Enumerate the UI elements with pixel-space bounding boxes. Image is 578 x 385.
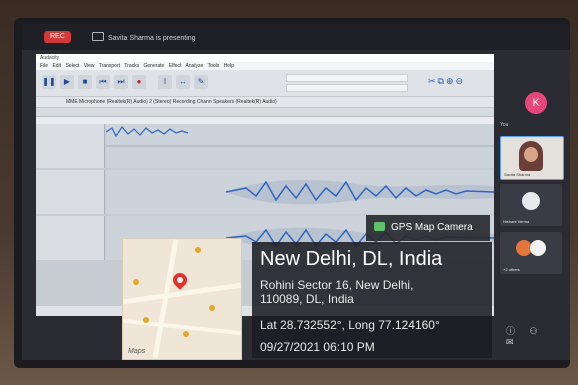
map-logo: Maps <box>128 348 146 355</box>
map-poi-icon <box>133 279 139 285</box>
app-menu-bar[interactable]: File Edit Select View Transport Tracks G… <box>36 62 494 70</box>
screen-share-icon <box>92 32 104 41</box>
envelope-tool-icon[interactable]: ↔ <box>176 75 190 89</box>
waveform[interactable] <box>106 124 494 168</box>
skip-start-button[interactable]: ⏮ <box>96 75 110 89</box>
recording-meter[interactable] <box>286 74 408 82</box>
participant-tile[interactable]: Nishant Verma <box>500 184 562 226</box>
participant-tile[interactable]: Savita Sharma <box>500 136 564 180</box>
self-avatar[interactable]: K <box>525 92 547 114</box>
gps-datetime: 09/27/2021 06:10 PM <box>260 340 375 354</box>
play-button[interactable]: ▶ <box>60 75 74 89</box>
selection-tool-icon[interactable]: I <box>158 75 172 89</box>
presenting-indicator: Savita Sharma is presenting <box>92 32 196 42</box>
gps-coordinates: Lat 28.732552°, Long 77.124160° <box>260 318 440 332</box>
map-poi-icon <box>195 247 201 253</box>
map-road <box>123 318 241 336</box>
participant-avatar <box>530 240 546 256</box>
gps-badge-label: GPS Map Camera <box>391 222 473 233</box>
participant-name: Nishant Verma <box>503 219 530 224</box>
map-poi-icon <box>183 331 189 337</box>
skip-end-button[interactable]: ⏭ <box>114 75 128 89</box>
meeting-controls-icon[interactable]: ⓘ ⚇ ✉ <box>506 324 564 348</box>
track-control-panel[interactable] <box>36 124 105 168</box>
zoom-tools-icon[interactable]: ✂⧉⊕⊖ <box>428 76 465 87</box>
participant-face <box>524 147 538 162</box>
device-toolbar[interactable]: MME Microphone (Realtek(R) Audio) 2 (Ste… <box>36 97 494 108</box>
gps-address: Rohini Sector 16, New Delhi, 110089, DL,… <box>260 278 413 306</box>
gps-camera-badge: GPS Map Camera <box>366 215 490 241</box>
location-map: Maps <box>122 238 242 360</box>
gps-city: New Delhi, DL, India <box>260 248 443 270</box>
audio-track-1[interactable] <box>36 124 494 168</box>
location-pin-icon <box>170 270 190 290</box>
draw-tool-icon[interactable]: ✎ <box>194 75 208 89</box>
map-poi-icon <box>143 317 149 323</box>
gps-camera-icon <box>374 222 385 231</box>
participant-name: +2 others <box>503 267 520 272</box>
participant-avatar <box>522 192 540 210</box>
playback-meter[interactable] <box>286 84 408 92</box>
meeting-top-bar: REC Savita Sharma is presenting <box>22 24 570 50</box>
participant-tile[interactable]: +2 others <box>500 232 562 274</box>
audio-track-2[interactable] <box>36 170 494 214</box>
gps-info-overlay: New Delhi, DL, India Rohini Sector 16, N… <box>252 242 492 358</box>
gps-address-line1: Rohini Sector 16, New Delhi, <box>260 278 414 292</box>
rec-badge[interactable]: REC <box>44 31 71 43</box>
stop-button[interactable]: ■ <box>78 75 92 89</box>
participant-name: Savita Sharma <box>504 172 531 177</box>
timeline-ruler[interactable] <box>36 108 494 117</box>
pause-button[interactable]: ❚❚ <box>42 75 56 89</box>
waveform[interactable] <box>106 170 494 214</box>
participants-panel: K You Savita Sharma Nishant Verma +2 oth… <box>498 54 564 354</box>
record-button[interactable]: ● <box>132 75 146 89</box>
transport-toolbar: ❚❚ ▶ ■ ⏮ ⏭ ● I ↔ ✎ ✂⧉⊕⊖ <box>36 70 494 97</box>
app-title: Audacity <box>36 54 494 62</box>
gps-address-line2: 110089, DL, India <box>260 292 354 306</box>
map-poi-icon <box>209 305 215 311</box>
track-control-panel[interactable] <box>36 170 105 214</box>
you-label: You <box>500 122 509 128</box>
presenting-text: Savita Sharma is presenting <box>108 35 196 42</box>
track-control-panel[interactable] <box>36 216 105 260</box>
